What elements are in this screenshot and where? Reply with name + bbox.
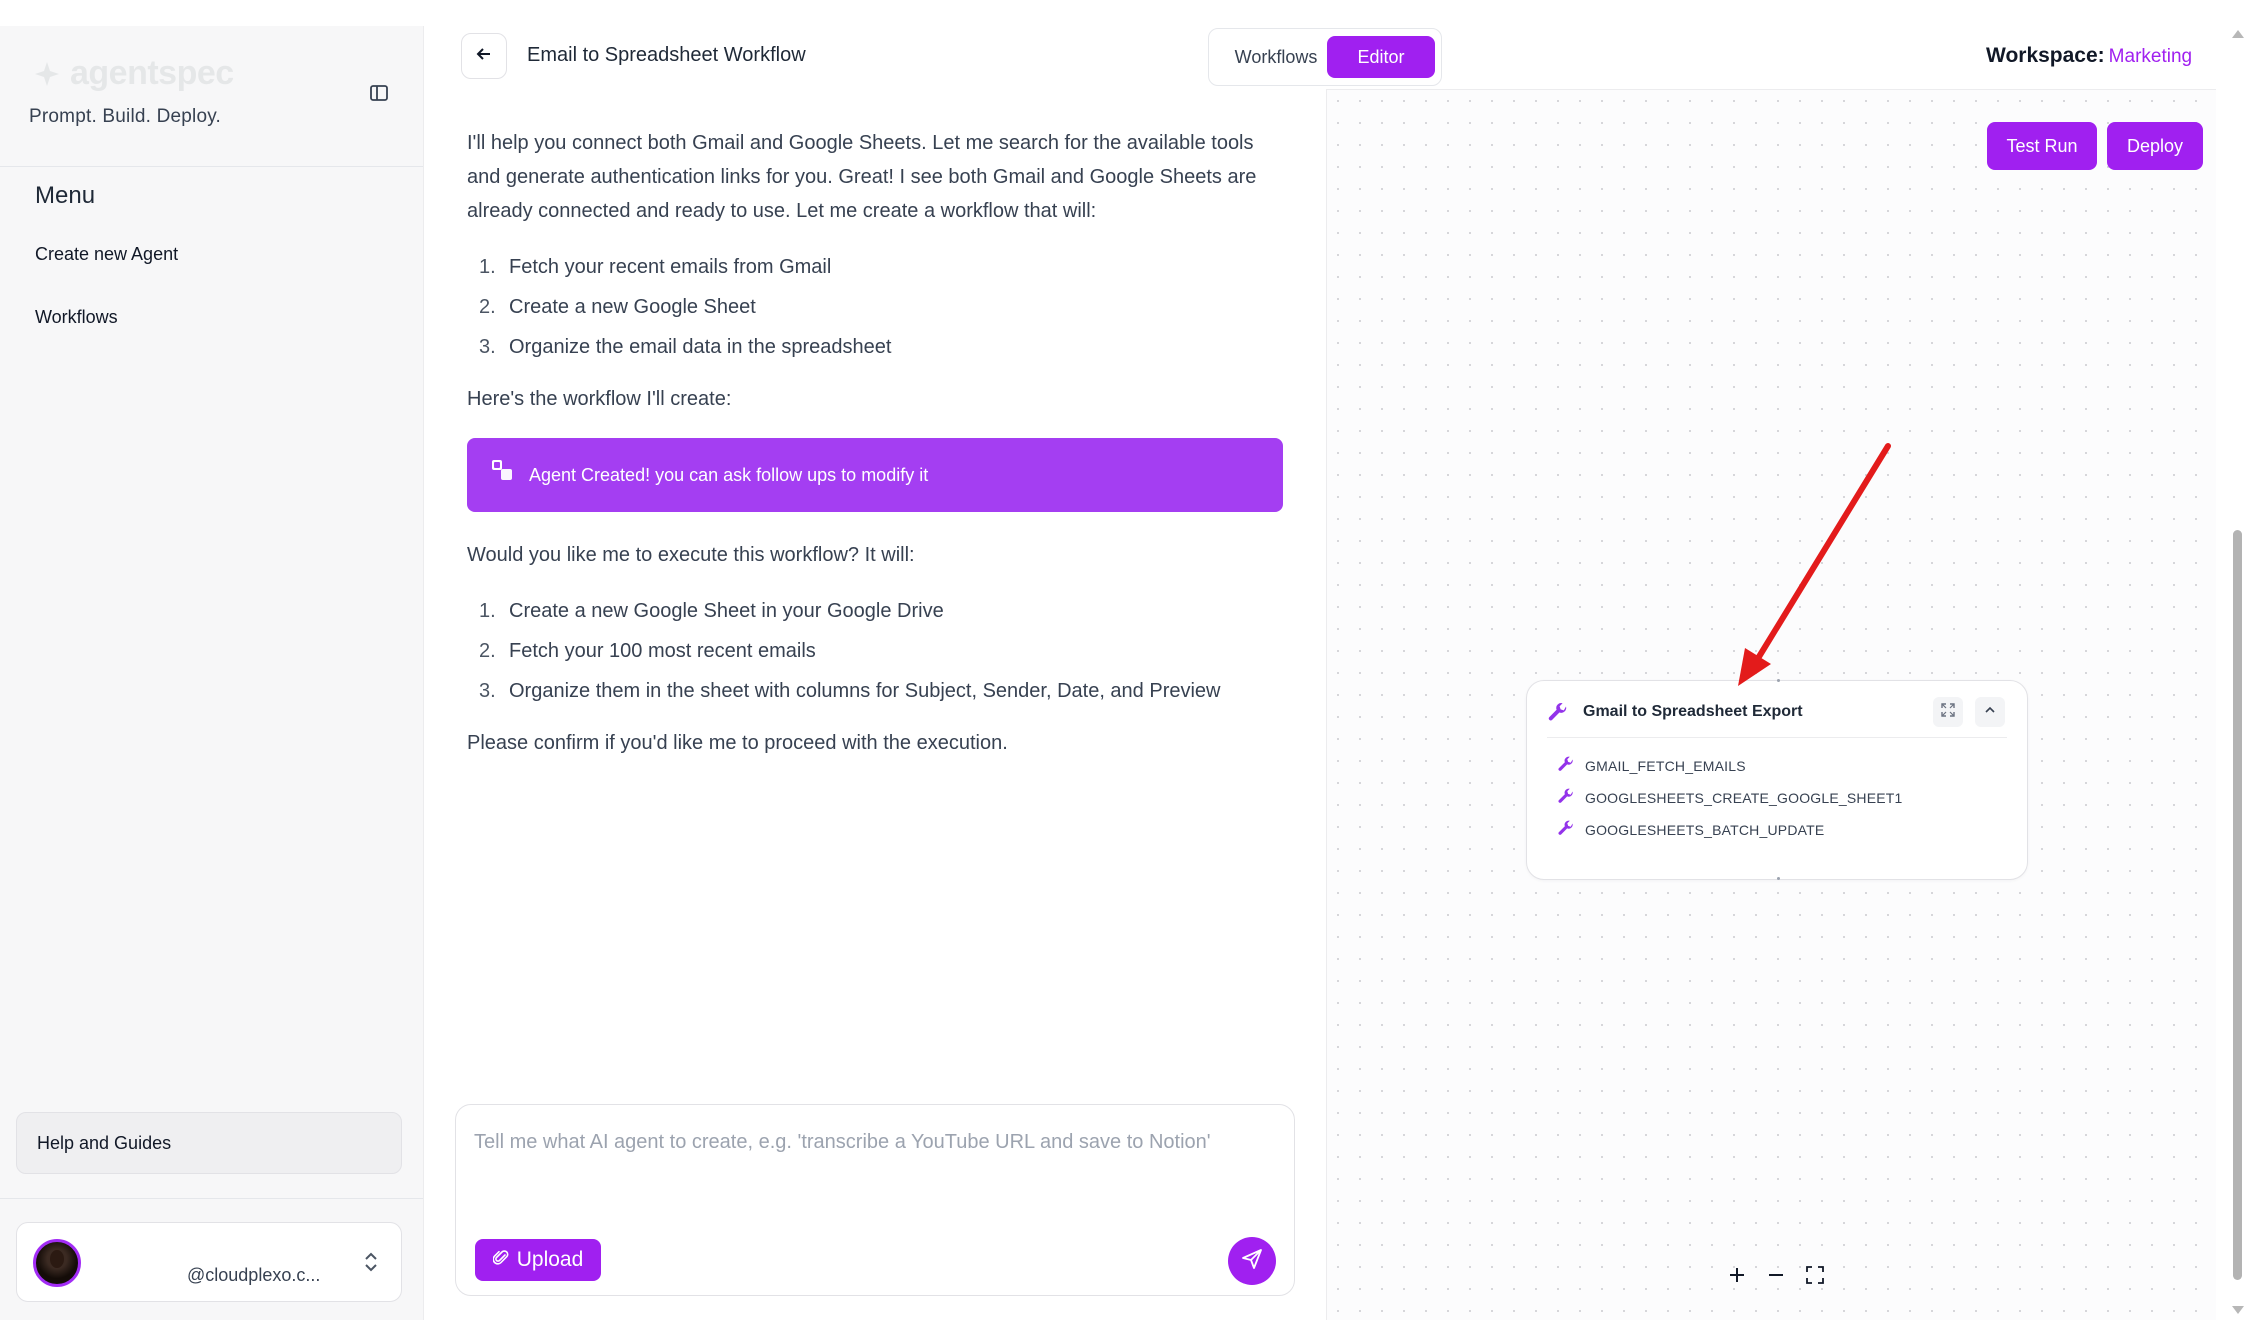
sidebar: agentspec Prompt. Build. Deploy. Menu Cr… xyxy=(0,26,424,1320)
view-toggle: Workflows Editor xyxy=(1208,28,1442,86)
wrench-icon xyxy=(1547,701,1569,728)
node-expand-button[interactable] xyxy=(1933,697,1963,727)
test-run-button[interactable]: Test Run xyxy=(1987,122,2097,170)
tool-name: GOOGLESHEETS_CREATE_GOOGLE_SHEET1 xyxy=(1585,789,1903,806)
upload-label: Upload xyxy=(516,1248,584,1271)
workspace-label: Workspace: xyxy=(1986,44,2105,67)
node-tool-item[interactable]: GOOGLESHEETS_CREATE_GOOGLE_SHEET1 xyxy=(1557,787,1903,808)
minus-icon xyxy=(1766,1265,1786,1290)
plus-icon xyxy=(1727,1265,1747,1290)
tool-name: GMAIL_FETCH_EMAILS xyxy=(1585,757,1746,774)
expand-icon xyxy=(1941,702,1955,722)
tab-workflows[interactable]: Workflows xyxy=(1217,36,1335,78)
page-scrollbar[interactable] xyxy=(2226,0,2248,1320)
sidebar-item-workflows[interactable]: Workflows xyxy=(35,307,118,328)
tagline: Prompt. Build. Deploy. xyxy=(29,106,222,127)
user-email: @cloudplexo.c... xyxy=(187,1265,321,1285)
arrow-left-icon xyxy=(474,44,494,69)
workflow-node[interactable]: Gmail to Spreadsheet Export GMAIL_FETCH_… xyxy=(1526,679,2028,880)
wrench-icon xyxy=(1557,755,1575,776)
zoom-out-button[interactable] xyxy=(1761,1262,1791,1292)
workspace-value[interactable]: Marketing xyxy=(2109,46,2192,67)
zoom-in-button[interactable] xyxy=(1722,1262,1752,1292)
execute-question: Would you like me to execute this workfl… xyxy=(467,544,915,566)
wrench-icon xyxy=(1557,819,1575,840)
brand-name: agentspec xyxy=(70,54,234,92)
deploy-button[interactable]: Deploy xyxy=(2107,122,2203,170)
avatar xyxy=(33,1239,81,1287)
list-item: 1. Create a new Google Sheet in your Goog… xyxy=(479,600,944,622)
sidebar-panel-icon xyxy=(369,83,389,108)
tab-editor[interactable]: Editor xyxy=(1327,36,1435,78)
header-divider xyxy=(1326,89,2216,90)
confirm-text: Please confirm if you'd like me to proce… xyxy=(467,732,1008,754)
chat-input-box: Upload xyxy=(455,1104,1295,1296)
sidebar-item-create-agent[interactable]: Create new Agent xyxy=(35,244,178,265)
menu-heading: Menu xyxy=(35,182,96,209)
tool-name: GOOGLESHEETS_BATCH_UPDATE xyxy=(1585,821,1825,838)
user-account-menu[interactable]: @cloudplexo.c... xyxy=(16,1222,402,1302)
sidebar-divider-bottom xyxy=(0,1198,423,1199)
chat-message: I'll help you connect both Gmail and Goo… xyxy=(467,126,1287,782)
execute-steps-list: 1. Create a new Google Sheet in your Goog… xyxy=(467,594,1287,708)
fullscreen-icon xyxy=(1806,1265,1824,1289)
list-item: 1. Fetch your recent emails from Gmail xyxy=(479,256,832,278)
list-item: 3. Organize the email data in the spreads… xyxy=(479,336,892,358)
page-title: Email to Spreadsheet Workflow xyxy=(527,44,806,66)
chevron-up-icon xyxy=(1983,703,1997,722)
brand-star-icon xyxy=(34,61,60,87)
send-button[interactable] xyxy=(1228,1237,1276,1285)
sidebar-toggle-button[interactable] xyxy=(364,80,394,110)
upload-button[interactable]: Upload xyxy=(475,1239,601,1281)
user-name-redacted xyxy=(95,1235,221,1259)
steps-list: 1. Fetch your recent emails from Gmail 2.… xyxy=(467,250,1287,364)
message-intro: I'll help you connect both Gmail and Goo… xyxy=(467,132,1257,222)
brand-logo: agentspec xyxy=(34,54,234,93)
help-and-guides-button[interactable]: Help and Guides xyxy=(16,1112,402,1174)
prompt-input[interactable] xyxy=(474,1131,1274,1191)
wrench-icon xyxy=(1557,787,1575,808)
node-collapse-button[interactable] xyxy=(1975,697,2005,727)
node-title: Gmail to Spreadsheet Export xyxy=(1583,703,1803,720)
scroll-up-arrow[interactable] xyxy=(2232,30,2244,38)
send-icon xyxy=(1240,1247,1264,1276)
node-divider xyxy=(1547,737,2007,738)
workflow-icon xyxy=(491,458,513,492)
list-item: 2. Create a new Google Sheet xyxy=(479,296,756,318)
node-output-handle[interactable] xyxy=(1777,877,1780,880)
workspace-indicator: Workspace: Marketing xyxy=(1986,44,2192,68)
sidebar-divider xyxy=(0,166,423,167)
chevron-up-down-icon xyxy=(363,1249,379,1280)
workflow-line: Here's the workflow I'll create: xyxy=(467,388,732,410)
node-input-handle[interactable] xyxy=(1777,679,1780,682)
fit-view-button[interactable] xyxy=(1800,1262,1830,1292)
node-tool-item[interactable]: GMAIL_FETCH_EMAILS xyxy=(1557,755,1746,776)
scrollbar-thumb[interactable] xyxy=(2233,530,2242,1280)
list-item: 3. Organize them in the sheet with column… xyxy=(479,680,1221,702)
node-tool-item[interactable]: GOOGLESHEETS_BATCH_UPDATE xyxy=(1557,819,1824,840)
banner-text: Agent Created! you can ask follow ups to… xyxy=(529,465,929,485)
scroll-down-arrow[interactable] xyxy=(2232,1306,2244,1314)
paperclip-icon xyxy=(492,1248,509,1272)
agent-created-banner[interactable]: Agent Created! you can ask follow ups to… xyxy=(467,438,1283,512)
back-button[interactable] xyxy=(461,33,507,79)
list-item: 2. Fetch your 100 most recent emails xyxy=(479,640,816,662)
